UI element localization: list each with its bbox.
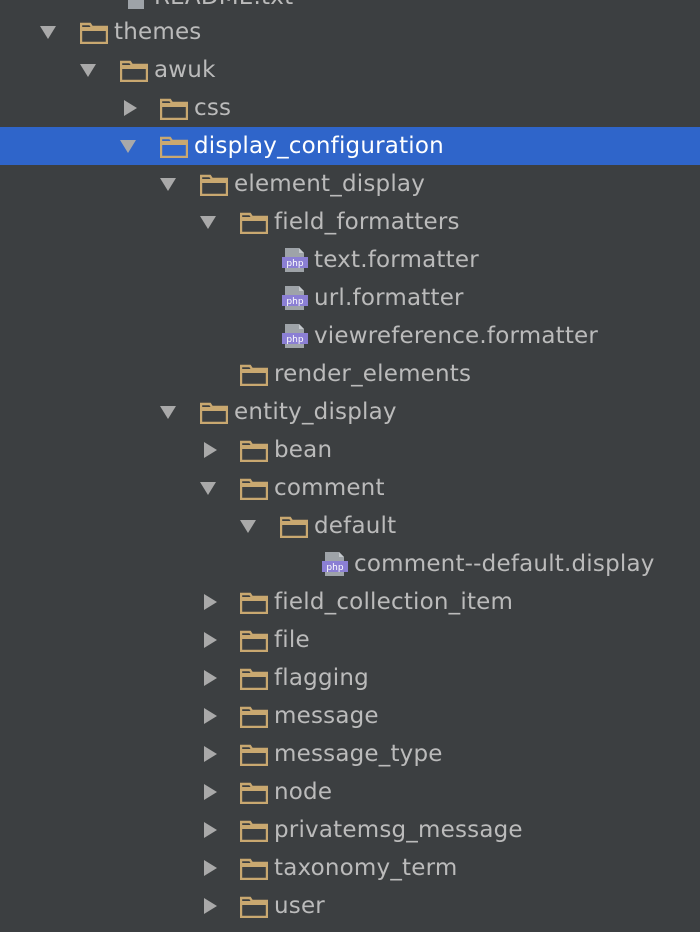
text-file-icon [128,0,144,9]
tree-item-label: css [194,95,232,121]
tree-item-label: field_formatters [274,209,460,235]
tree-row-message[interactable]: message [0,697,700,735]
folder-icon [80,22,108,44]
tree-row-default[interactable]: default [0,507,700,545]
tree-item-label: entity_display [234,399,397,425]
tree-row-bean[interactable]: bean [0,431,700,469]
tree-row-field-collection-item[interactable]: field_collection_item [0,583,700,621]
folder-icon [240,364,268,386]
collapse-arrow-icon[interactable] [202,898,218,914]
folder-icon [280,516,308,538]
expand-arrow-icon[interactable] [200,480,216,496]
tree-item-label: render_elements [274,361,472,387]
tree-row-flagging[interactable]: flagging [0,659,700,697]
project-tree[interactable]: README.txt themes awuk css d [0,0,700,932]
collapse-arrow-icon[interactable] [202,746,218,762]
svg-text:php: php [286,335,303,345]
tree-item-label: element_display [234,171,426,197]
folder-icon [240,630,268,652]
folder-icon [160,98,188,120]
svg-text:php: php [286,259,303,269]
folder-icon [240,212,268,234]
expand-arrow-icon[interactable] [200,214,216,230]
folder-icon [240,668,268,690]
tree-item-label: text.formatter [314,247,479,273]
collapse-arrow-icon[interactable] [202,784,218,800]
folder-icon [120,60,148,82]
tree-item-label: user [274,893,325,919]
expand-arrow-icon[interactable] [160,404,176,420]
tree-item-label: privatemsg_message [274,817,523,843]
tree-item-label: viewreference.formatter [314,323,599,349]
tree-item-label: url.formatter [314,285,464,311]
tree-item-label: themes [114,19,202,45]
tree-row-url-formatter[interactable]: php url.formatter [0,279,700,317]
tree-row-text-formatter[interactable]: php text.formatter [0,241,700,279]
folder-icon [240,896,268,918]
tree-row-comment[interactable]: comment [0,469,700,507]
folder-icon [240,706,268,728]
folder-icon [240,858,268,880]
folder-icon [240,440,268,462]
tree-row-message-type[interactable]: message_type [0,735,700,773]
tree-item-label: node [274,779,333,805]
tree-row-entity-display[interactable]: entity_display [0,393,700,431]
folder-icon [240,478,268,500]
tree-item-label: field_collection_item [274,589,514,615]
php-file-icon: php [322,552,348,576]
tree-row-awuk[interactable]: awuk [0,51,700,89]
tree-item-label: awuk [154,57,216,83]
tree-row-node[interactable]: node [0,773,700,811]
collapse-arrow-icon[interactable] [202,670,218,686]
tree-row-render-elements[interactable]: render_elements [0,355,700,393]
tree-row-element-display[interactable]: element_display [0,165,700,203]
folder-icon [200,174,228,196]
collapse-arrow-icon[interactable] [202,632,218,648]
tree-row-field-formatters[interactable]: field_formatters [0,203,700,241]
tree-row-partial-bottom[interactable] [0,925,700,932]
expand-arrow-icon[interactable] [160,176,176,192]
folder-icon [240,744,268,766]
folder-icon [240,782,268,804]
folder-icon [240,592,268,614]
collapse-arrow-icon[interactable] [202,708,218,724]
tree-item-label: message [274,703,379,729]
expand-arrow-icon[interactable] [240,518,256,534]
tree-row-comment-default-display[interactable]: php comment--default.display [0,545,700,583]
tree-item-label: comment [274,475,385,501]
folder-icon [160,136,188,158]
expand-arrow-icon[interactable] [40,24,56,40]
tree-item-label: flagging [274,665,369,691]
tree-row-themes[interactable]: themes [0,13,700,51]
collapse-arrow-icon[interactable] [122,100,138,116]
folder-icon [240,820,268,842]
folder-icon [200,402,228,424]
tree-row-user[interactable]: user [0,887,700,925]
tree-item-label: display_configuration [194,133,444,159]
svg-text:php: php [286,297,303,307]
tree-row-taxonomy-term[interactable]: taxonomy_term [0,849,700,887]
collapse-arrow-icon[interactable] [202,860,218,876]
expand-arrow-icon[interactable] [80,62,96,78]
php-file-icon: php [282,248,308,272]
php-file-icon: php [282,286,308,310]
tree-row-privatemsg-message[interactable]: privatemsg_message [0,811,700,849]
collapse-arrow-icon[interactable] [202,594,218,610]
tree-item-label: file [274,627,310,653]
tree-row-viewreference-formatter[interactable]: php viewreference.formatter [0,317,700,355]
tree-row-css[interactable]: css [0,89,700,127]
collapse-arrow-icon[interactable] [202,822,218,838]
tree-item-label: comment--default.display [354,551,655,577]
tree-row-display-configuration[interactable]: display_configuration [0,127,700,165]
expand-arrow-icon[interactable] [120,138,136,154]
svg-text:php: php [326,563,343,573]
tree-item-label: message_type [274,741,443,767]
tree-item-label: bean [274,437,333,463]
php-file-icon: php [282,324,308,348]
tree-row-file[interactable]: file [0,621,700,659]
tree-item-label: default [314,513,397,539]
collapse-arrow-icon[interactable] [202,442,218,458]
tree-item-label: taxonomy_term [274,855,458,881]
